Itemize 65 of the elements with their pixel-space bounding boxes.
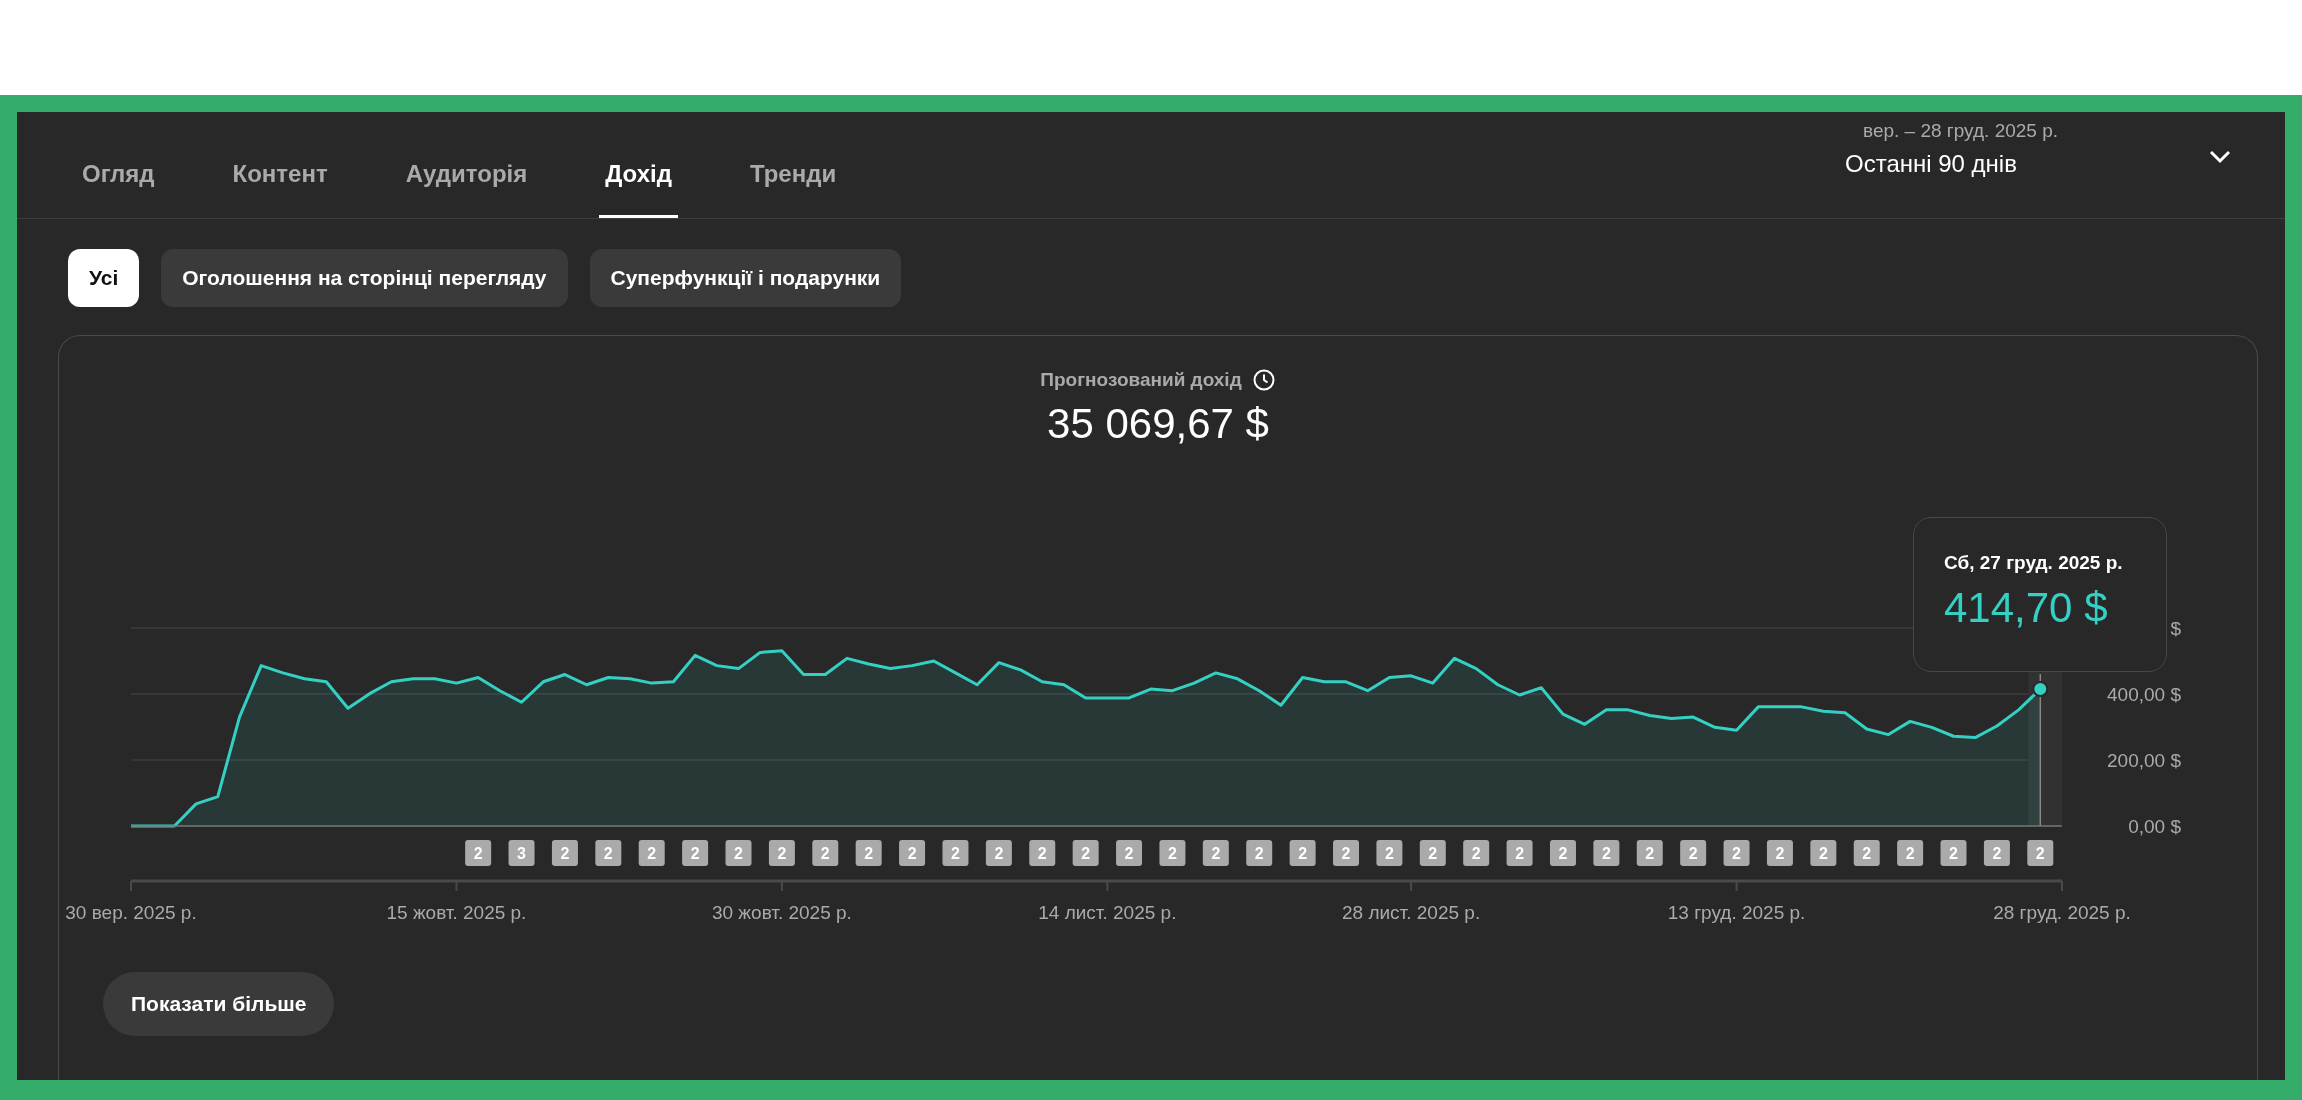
x-axis-label: 15 жовт. 2025 р. <box>386 902 527 923</box>
tab[interactable]: Дохід <box>599 130 678 218</box>
video-marker[interactable]: 2 <box>682 840 709 866</box>
video-marker[interactable]: 2 <box>725 840 752 866</box>
video-marker[interactable]: 2 <box>1072 840 1099 866</box>
video-marker[interactable]: 2 <box>1246 840 1273 866</box>
y-axis-label: 200,00 $ <box>2107 750 2181 771</box>
video-marker[interactable]: 3 <box>508 840 535 866</box>
video-marker[interactable]: 2 <box>1159 840 1186 866</box>
video-marker[interactable]: 2 <box>1029 840 1056 866</box>
video-marker[interactable]: 2 <box>1376 840 1403 866</box>
video-marker[interactable]: 2 <box>1810 840 1837 866</box>
video-marker[interactable]: 2 <box>1853 840 1880 866</box>
clock-icon[interactable] <box>1251 368 1276 392</box>
video-marker[interactable]: 2 <box>1506 840 1533 866</box>
video-marker[interactable]: 2 <box>899 840 926 866</box>
video-marker[interactable]: 2 <box>2027 840 2054 866</box>
video-marker[interactable]: 2 <box>1289 840 1316 866</box>
y-axis-label: 400,00 $ <box>2107 684 2181 705</box>
video-marker[interactable]: 2 <box>985 840 1012 866</box>
video-marker[interactable]: 2 <box>1766 840 1793 866</box>
video-marker[interactable]: 2 <box>1897 840 1924 866</box>
tab[interactable]: Аудиторія <box>399 130 534 218</box>
video-marker[interactable]: 2 <box>638 840 665 866</box>
video-marker[interactable]: 2 <box>1983 840 2010 866</box>
video-marker[interactable]: 2 <box>1680 840 1707 866</box>
x-axis-label: 30 вер. 2025 р. <box>65 902 197 923</box>
x-axis-label: 14 лист. 2025 р. <box>1038 902 1177 923</box>
filter-chip[interactable]: Оголошення на сторінці перегляду <box>161 249 568 307</box>
date-range: вер. – 28 груд. 2025 р. <box>1863 120 2060 142</box>
filter-chip[interactable]: Усі <box>68 249 140 307</box>
video-marker[interactable]: 2 <box>1940 840 1967 866</box>
period-label[interactable]: Останні 90 днів <box>1845 150 2205 178</box>
x-axis-label: 28 лист. 2025 р. <box>1342 902 1481 923</box>
video-marker[interactable]: 2 <box>551 840 578 866</box>
y-axis-label: 0,00 $ <box>2128 816 2181 837</box>
video-marker[interactable]: 2 <box>855 840 882 866</box>
video-marker[interactable]: 2 <box>1593 840 1620 866</box>
video-marker[interactable]: 2 <box>595 840 622 866</box>
video-marker[interactable]: 2 <box>1723 840 1750 866</box>
y-axis-label: $ <box>2170 618 2181 639</box>
tab[interactable]: Тренди <box>743 130 843 218</box>
video-marker[interactable]: 2 <box>1463 840 1490 866</box>
revenue-total: 35 069,67 $ <box>1047 400 1269 448</box>
video-marker[interactable]: 2 <box>1419 840 1446 866</box>
video-marker[interactable]: 2 <box>1333 840 1359 866</box>
video-marker[interactable]: 2 <box>465 840 492 866</box>
video-marker[interactable]: 2 <box>812 840 839 866</box>
x-axis-label: 30 жовт. 2025 р. <box>711 902 852 923</box>
filter-chip[interactable]: Суперфункції і подарунки <box>589 249 902 307</box>
hover-point[interactable] <box>2032 681 2049 698</box>
video-marker[interactable]: 2 <box>1550 840 1576 866</box>
video-marker[interactable]: 2 <box>1202 840 1229 866</box>
show-more-button[interactable]: Показати більше <box>103 972 335 1036</box>
tab[interactable]: Огляд <box>76 130 161 218</box>
video-marker[interactable]: 2 <box>1636 840 1663 866</box>
card-title: Прогнозований дохід <box>1040 369 1242 391</box>
tooltip-date: Сб, 27 груд. 2025 р. <box>1944 552 2124 574</box>
x-axis-label: 28 груд. 2025 р. <box>1993 902 2131 923</box>
x-axis-label: 13 груд. 2025 р. <box>1667 902 1806 923</box>
tab[interactable]: Контент <box>226 130 334 218</box>
video-marker[interactable]: 2 <box>942 840 969 866</box>
video-marker[interactable]: 2 <box>768 840 795 866</box>
tooltip-value: 414,70 $ <box>1944 584 2109 632</box>
video-marker[interactable]: 2 <box>1116 840 1143 866</box>
